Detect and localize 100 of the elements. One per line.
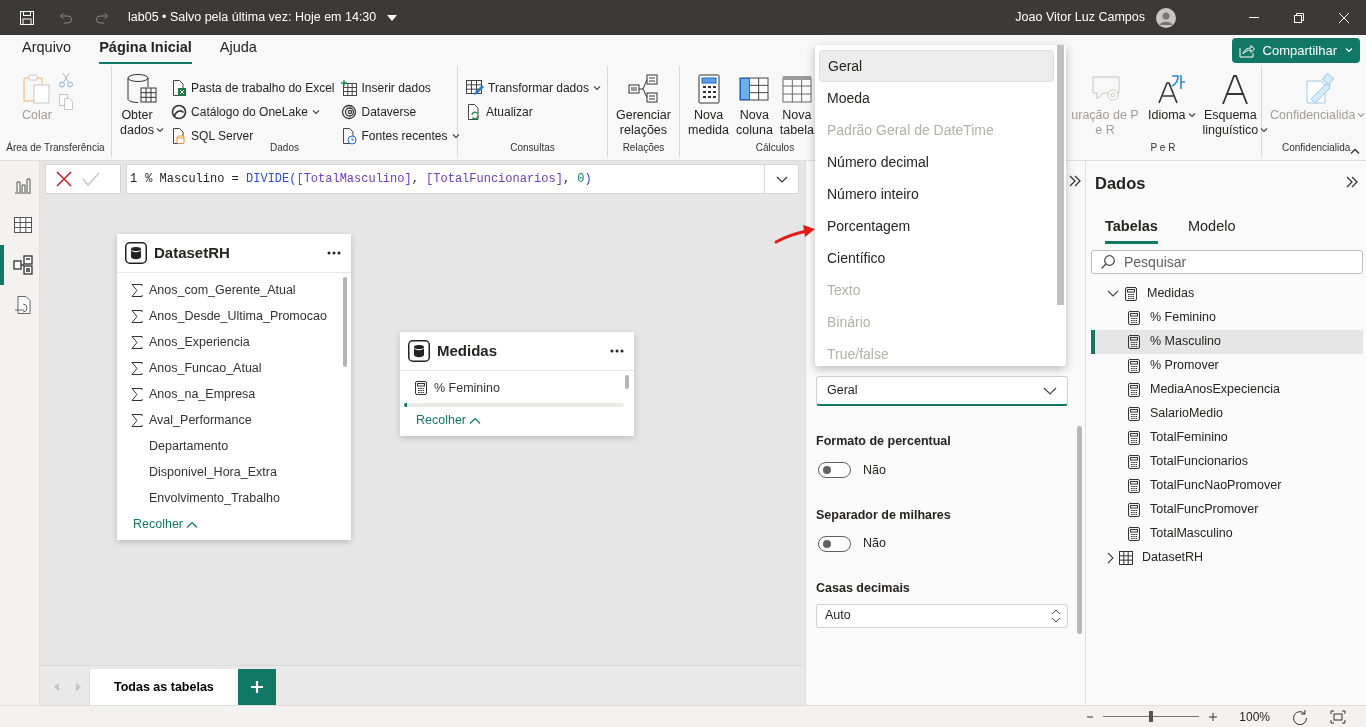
field-row[interactable]: Anos_com_Gerente_Atual xyxy=(117,277,351,303)
collapse-link[interactable]: Recolher xyxy=(117,511,199,540)
pane-tab[interactable]: Tabelas xyxy=(1105,211,1158,244)
add-page-button[interactable] xyxy=(237,669,276,705)
ribbon-button[interactable]: Catálogo do OneLake xyxy=(169,100,337,124)
tree-item[interactable]: TotalFuncionarios xyxy=(1091,449,1363,474)
ribbon-button[interactable]: Inserir dados xyxy=(339,76,462,100)
field-row[interactable]: Anos_Desde_Ultima_Promocao xyxy=(117,303,351,329)
ribbon-button[interactable]: Fontes recentes xyxy=(339,124,462,148)
tree-item[interactable]: % Masculino xyxy=(1091,329,1363,354)
tree-item[interactable]: TotalFuncNaoPromover xyxy=(1091,473,1363,498)
field-row[interactable]: Anos_na_Empresa xyxy=(117,381,351,407)
section-label: Casas decimais xyxy=(816,580,911,597)
field-row[interactable]: % Feminino xyxy=(400,375,634,401)
tree-item[interactable]: % Promover xyxy=(1091,353,1363,378)
ribbon-button[interactable]: Dataverse xyxy=(339,100,462,124)
minus-icon xyxy=(1087,715,1094,718)
toggle-switch[interactable] xyxy=(818,535,851,552)
share-button[interactable]: Compartilhar xyxy=(1231,38,1360,63)
collapse-pane-button[interactable] xyxy=(1069,175,1081,187)
field-row[interactable]: Aval_Performance xyxy=(117,407,351,433)
tree-item[interactable]: TotalMasculino xyxy=(1091,521,1363,546)
ribbon-button[interactable]: Pasta de trabalho do Excel xyxy=(169,76,337,100)
bar-chart-icon xyxy=(14,176,32,194)
table-card[interactable]: Medidas % Feminino Recolher xyxy=(400,332,634,436)
tree-item[interactable]: Medidas xyxy=(1091,281,1363,306)
scrollbar[interactable] xyxy=(1057,45,1064,305)
ribbon-tab[interactable]: Arquivo xyxy=(8,33,86,65)
field-name: Anos_na_Empresa xyxy=(149,385,256,403)
table-card[interactable]: DatasetRH Anos_com_Gerente_Atual Anos_Desde_Ultima_Promocao Anos_Experiencia Anos_Funcao_Atual Anos_na_Empresa Aval_Performance Departamento Disponivel_Hora_Extra Envolvimento_Trabalho Recolher xyxy=(117,234,351,540)
field-row[interactable]: Anos_Funcao_Atual xyxy=(117,355,351,381)
ribbon-button[interactable]: Gerenciar relações xyxy=(614,70,673,141)
more-button[interactable] xyxy=(327,251,341,255)
formula-input[interactable]: 1 % Masculino = DIVIDE([TotalMasculino], [TotalFuncionarios], 0) xyxy=(126,164,799,194)
more-button[interactable] xyxy=(610,349,624,353)
fit-to-screen-button[interactable] xyxy=(1330,709,1346,724)
scrollbar[interactable] xyxy=(343,277,347,367)
zoom-out-button[interactable] xyxy=(1087,715,1094,718)
zoom-slider[interactable] xyxy=(1149,711,1154,722)
menu-item[interactable]: Número decimal xyxy=(819,146,1054,178)
ribbon-button[interactable]: Obter dados xyxy=(118,70,167,141)
reset-view-button[interactable] xyxy=(1292,708,1308,725)
calculator-icon xyxy=(1127,358,1141,373)
ribbon-button[interactable]: Idioma xyxy=(1146,70,1198,141)
field-name: Aval_Performance xyxy=(149,411,252,429)
tree-item[interactable]: % Feminino xyxy=(1091,305,1363,330)
ribbon-button[interactable]: Nova coluna xyxy=(734,70,775,141)
field-name: % Feminino xyxy=(434,379,500,397)
toggle-switch[interactable] xyxy=(818,462,851,479)
tree-item[interactable]: SalarioMedio xyxy=(1091,401,1363,426)
excel-file-icon xyxy=(171,80,188,96)
ribbon-button[interactable]: Transformar dados xyxy=(464,76,603,100)
database-icon xyxy=(408,340,430,362)
tree-item[interactable]: DatasetRH xyxy=(1091,545,1363,570)
chevron-down-icon xyxy=(775,175,788,183)
zoom-in-button[interactable] xyxy=(1209,712,1218,721)
page-tab[interactable]: Todas as tabelas xyxy=(89,669,238,705)
database-icon xyxy=(126,73,158,105)
format-select[interactable]: Geral xyxy=(816,376,1068,406)
plus-icon xyxy=(1209,712,1218,721)
ribbon-tab[interactable]: Página Inicial xyxy=(85,33,206,65)
ribbon-tab[interactable]: Ajuda xyxy=(205,33,271,65)
document-title[interactable]: lab05 • Salvo pela última vez: Hoje em 14:30 xyxy=(124,8,381,27)
menu-item[interactable]: Porcentagem xyxy=(819,210,1054,242)
field-row[interactable]: Anos_Experiencia xyxy=(117,329,351,355)
field-row[interactable]: Envolvimento_Trabalho xyxy=(117,485,351,511)
file-refresh-icon xyxy=(466,104,482,120)
menu-item[interactable]: Científico xyxy=(819,242,1054,274)
search-field[interactable]: Pesquisar xyxy=(1091,249,1363,274)
caret-icon xyxy=(1345,48,1353,53)
menu-item[interactable]: Moeda xyxy=(819,82,1054,114)
field-row[interactable]: Departamento xyxy=(117,433,351,459)
ribbon-button[interactable]: Nova medida xyxy=(686,70,731,141)
field-row[interactable]: Disponivel_Hora_Extra xyxy=(117,459,351,485)
tree-item[interactable]: TotalFeminino xyxy=(1091,425,1363,450)
ribbon-button[interactable]: Nova tabela xyxy=(777,70,816,141)
pane-tab[interactable]: Modelo xyxy=(1187,211,1236,244)
decimal-places-field[interactable]: Auto xyxy=(816,603,1068,628)
section-label: Formato de percentual xyxy=(816,433,952,450)
table-title: DatasetRH xyxy=(154,242,230,263)
menu-item[interactable]: Geral xyxy=(819,50,1054,82)
caret-icon xyxy=(1357,113,1366,118)
toggle-label: Não xyxy=(863,461,886,479)
scrollbar[interactable] xyxy=(625,375,629,389)
ribbon-button[interactable]: Esquema linguístico xyxy=(1200,70,1271,141)
plus-icon xyxy=(250,681,263,693)
calculator-icon xyxy=(1127,406,1141,421)
menu-item[interactable]: Número inteiro xyxy=(819,178,1054,210)
sigma-icon xyxy=(131,309,143,323)
cancel-button[interactable] xyxy=(56,171,72,187)
swirl-icon xyxy=(341,104,358,120)
collapse-pane-button[interactable] xyxy=(1346,176,1358,189)
collapse-link[interactable]: Recolher xyxy=(400,407,482,436)
cancel-icon xyxy=(56,171,72,187)
save-icon xyxy=(19,9,35,26)
tree-item[interactable]: MediaAnosExpeciencia xyxy=(1091,377,1363,402)
ribbon-button[interactable]: Atualizar xyxy=(464,100,603,124)
tree-item[interactable]: TotalFuncPromover xyxy=(1091,497,1363,522)
sigma-icon xyxy=(131,335,143,349)
scrollbar[interactable] xyxy=(1077,426,1082,634)
